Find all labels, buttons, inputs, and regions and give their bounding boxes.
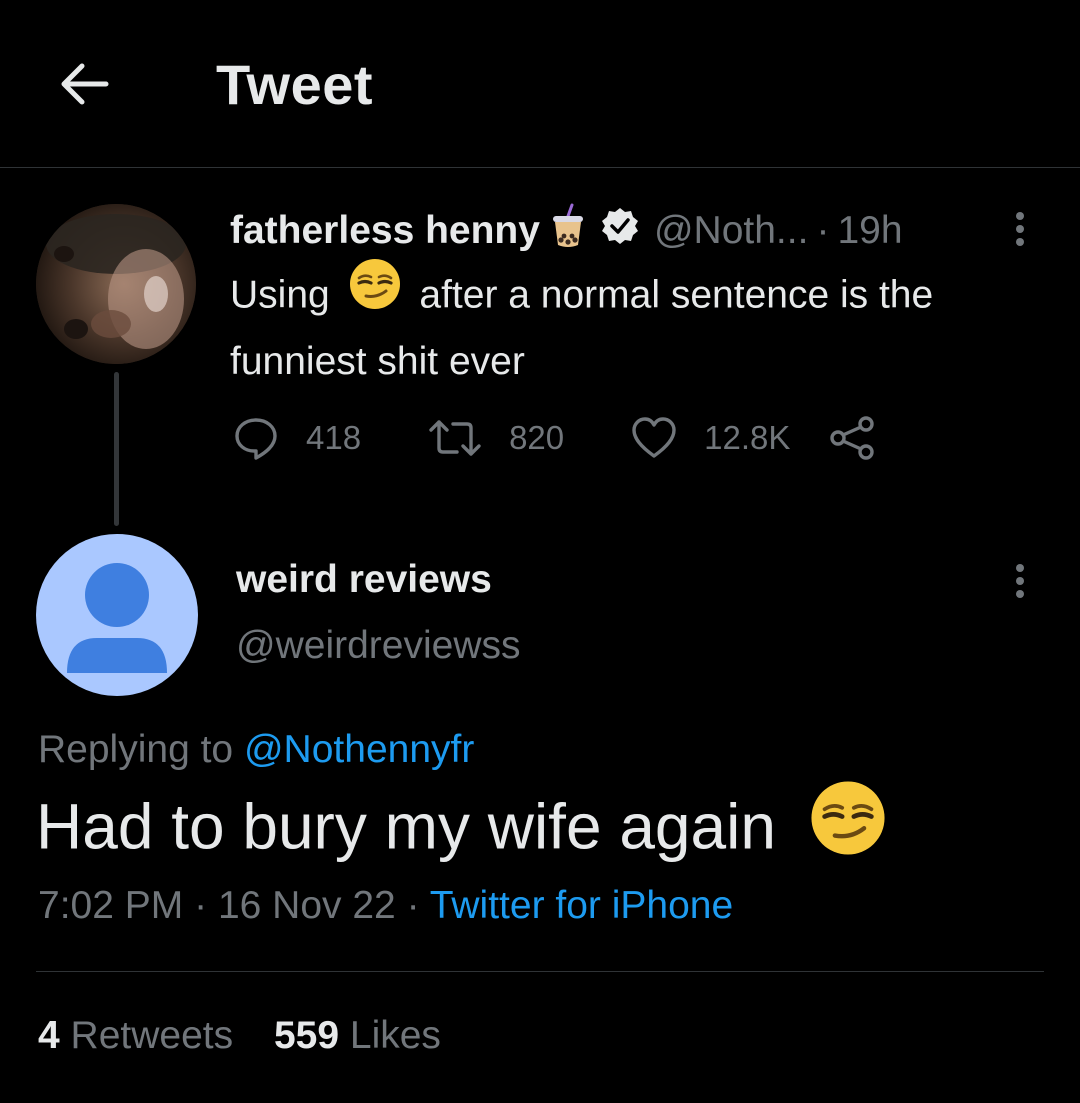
author-name[interactable]: weird reviews — [236, 558, 492, 602]
likes-stat[interactable]: 559 Likes — [274, 1014, 441, 1057]
dot — [1016, 577, 1024, 585]
reply-button[interactable]: 418 — [232, 414, 361, 462]
replying-to-handle-link[interactable]: @Nothennyfr — [244, 728, 474, 771]
retweet-count: 820 — [509, 419, 565, 456]
smirking-face-icon — [810, 780, 886, 871]
divider — [36, 971, 1044, 972]
separator-dot: · — [406, 884, 420, 927]
arrow-left-icon — [61, 63, 109, 105]
like-button[interactable]: 12.8K — [630, 414, 790, 462]
reply-icon — [235, 418, 277, 460]
tweet-date[interactable]: 16 Nov 22 — [218, 884, 396, 927]
author-handle[interactable]: @Noth... — [654, 209, 808, 253]
back-button[interactable] — [52, 52, 116, 116]
dot — [1016, 564, 1024, 572]
likes-label: Likes — [349, 1014, 441, 1057]
heart-icon — [632, 417, 676, 458]
dot — [1016, 590, 1024, 598]
retweets-stat[interactable]: 4 Retweets — [38, 1014, 244, 1057]
share-button[interactable] — [828, 414, 876, 462]
like-count: 12.8K — [704, 419, 791, 456]
page-title: Tweet — [216, 53, 374, 116]
dot — [1016, 212, 1024, 220]
retweet-button[interactable]: 820 — [427, 414, 564, 462]
verified-badge-icon — [600, 206, 640, 256]
dot — [1016, 225, 1024, 233]
replying-to-line: Replying to @Nothennyfr — [38, 728, 474, 772]
more-options-button[interactable] — [1000, 206, 1040, 252]
retweet-icon — [429, 420, 481, 456]
dot — [1016, 238, 1024, 246]
default-profile-icon — [67, 563, 167, 673]
more-options-button[interactable] — [1000, 558, 1040, 604]
top-bar — [0, 0, 1080, 168]
likes-count: 559 — [273, 1014, 340, 1057]
tweet-stats: 4 Retweets 559 Likes — [38, 1014, 441, 1058]
tweet-text-part: after a normal sentence is the funniest … — [230, 273, 934, 383]
tweet-time[interactable]: 19h — [837, 209, 902, 253]
replying-to-label: Replying to — [38, 728, 234, 771]
tweet-source-link[interactable]: Twitter for iPhone — [430, 884, 733, 927]
thread-connector-line — [114, 372, 119, 526]
separator-dot: · — [816, 209, 830, 252]
retweets-label: Retweets — [70, 1014, 234, 1057]
tweet-meta: 7:02 PM · 16 Nov 22 · Twitter for iPhone — [38, 884, 733, 928]
tweet-actions: 418 820 12.8K — [232, 410, 876, 466]
separator-dot: · — [194, 884, 208, 927]
tweet-text-part: Had to bury my wife again — [36, 790, 776, 863]
retweets-count: 4 — [38, 1014, 60, 1057]
avatar[interactable] — [36, 204, 196, 364]
author-handle[interactable]: @weirdreviewss — [236, 624, 520, 668]
parent-tweet-header: fatherless henny @Noth... · 19h — [230, 203, 903, 259]
reply-count: 418 — [306, 419, 362, 456]
tweet-text: Had to bury my wife again — [36, 781, 886, 877]
avatar[interactable] — [36, 534, 198, 696]
tweet-text: Using after a normal sentence is the fun… — [230, 259, 1050, 392]
bubble-tea-icon — [550, 203, 586, 259]
share-icon — [830, 416, 875, 460]
tweet-time[interactable]: 7:02 PM — [38, 884, 183, 927]
smirking-face-icon — [349, 258, 401, 328]
author-name[interactable]: fatherless henny — [230, 209, 540, 253]
profile-photo — [36, 204, 196, 364]
tweet-text-part: Using — [230, 273, 330, 317]
